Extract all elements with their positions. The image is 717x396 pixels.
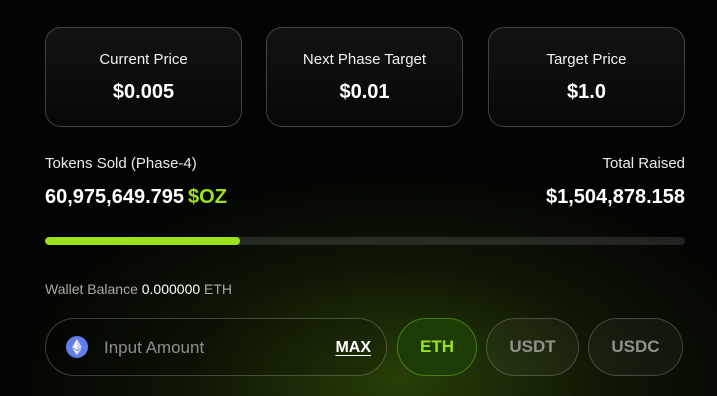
- sale-progress-bar: [45, 237, 685, 245]
- amount-input[interactable]: [104, 331, 314, 365]
- next-phase-target-label: Next Phase Target: [302, 51, 427, 68]
- next-phase-target-value: $0.01: [339, 81, 390, 103]
- ethereum-icon: [66, 336, 88, 358]
- target-price-card: Target Price $1.0: [488, 27, 685, 127]
- total-raised-value: $1,504,878.158: [545, 186, 685, 208]
- wallet-balance-value: 0.000000: [141, 281, 201, 297]
- max-button[interactable]: MAX: [335, 339, 371, 357]
- wallet-balance: Wallet Balance 0.000000 ETH: [45, 281, 232, 297]
- target-price-value: $1.0: [567, 81, 606, 103]
- current-price-label: Current Price: [99, 51, 188, 68]
- amount-input-box[interactable]: MAX: [45, 318, 387, 376]
- token-symbol: $OZ: [188, 186, 227, 208]
- wallet-balance-unit: ETH: [204, 281, 233, 297]
- tokens-sold-value: 60,975,649.795 $OZ: [45, 186, 227, 209]
- target-price-label: Target Price: [546, 51, 627, 68]
- wallet-balance-label: Wallet Balance: [45, 281, 138, 297]
- eth-button[interactable]: ETH: [397, 318, 477, 376]
- tokens-sold-label: Tokens Sold (Phase-4): [45, 155, 197, 172]
- current-price-card: Current Price $0.005: [45, 27, 242, 127]
- sale-progress-fill: [45, 237, 241, 245]
- tokens-sold-amount: 60,975,649.795: [45, 186, 185, 208]
- usdc-button[interactable]: USDC: [588, 318, 683, 376]
- total-raised-label: Total Raised: [602, 155, 685, 172]
- current-price-value: $0.005: [112, 81, 175, 103]
- price-cards: Current Price $0.005 Next Phase Target $…: [45, 27, 685, 127]
- usdt-button[interactable]: USDT: [486, 318, 579, 376]
- next-phase-target-card: Next Phase Target $0.01: [266, 27, 463, 127]
